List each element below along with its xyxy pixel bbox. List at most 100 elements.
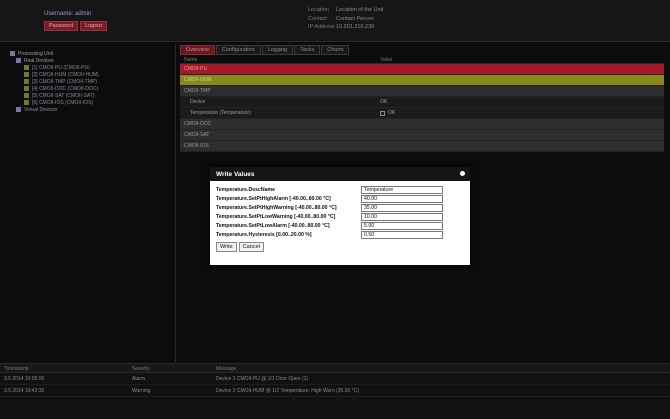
high-warning-input[interactable]: 35.00: [361, 203, 443, 212]
checkbox-icon[interactable]: [380, 110, 385, 116]
write-button[interactable]: Write: [216, 242, 237, 252]
tree-item-real-devices[interactable]: Real Devices: [10, 57, 175, 64]
overview-rows: CMOII-PU CMOII-HUM CMOII-TMP Device OK Te…: [180, 64, 664, 152]
severity-column-header[interactable]: Severity: [132, 366, 216, 372]
tab-tasks[interactable]: Tasks: [294, 45, 321, 55]
tree-item-label: [3] CMOII-TMP (CMOII-TMP): [32, 78, 97, 85]
field-label: Temperature.SetPtLowWarning [-40.00..80.…: [216, 213, 336, 220]
device-icon: [24, 72, 29, 77]
field-label: Temperature.SetPtHighWarning [-40.00..80…: [216, 204, 337, 211]
overview-row[interactable]: CMOII-HUM: [180, 75, 664, 86]
dialog-buttons: Write Cancel: [216, 242, 464, 252]
header-buttons: Password Logout: [44, 21, 107, 31]
field-label: Temperature.SetPtHighAlarm [-40.00..80.0…: [216, 195, 331, 202]
tab-logging[interactable]: Logging: [261, 45, 294, 55]
tree-item-device-6[interactable]: [6] CMOII-IOS (CMOII-IOS): [10, 99, 175, 106]
overview-row[interactable]: CMOII-SAT: [180, 130, 664, 141]
tree-item-label: Virtual Devices: [24, 106, 58, 113]
device-icon: [24, 93, 29, 98]
name-column-header[interactable]: Name: [180, 57, 380, 63]
tree-item-processing-unit[interactable]: Processing Unit: [10, 50, 175, 57]
row-name: CMOII-PU: [184, 66, 208, 72]
log-timestamp: 3.5.2014 10:05:00: [4, 375, 45, 382]
field-label: Temperature.Hysteresis [0.00..20.00 %]: [216, 231, 312, 238]
row-name: CMOII-DOC: [184, 121, 212, 127]
overview-column-header: Name Value: [180, 57, 664, 64]
hysteresis-input[interactable]: 0.50: [361, 230, 443, 239]
tree-item-device-3[interactable]: [3] CMOII-TMP (CMOII-TMP): [10, 78, 175, 85]
row-name: CMOII-SAT: [184, 132, 210, 138]
overview-row[interactable]: Device OK: [180, 97, 664, 108]
device-icon: [24, 100, 29, 105]
log-timestamp: 3.5.2014 10:42:35: [4, 387, 45, 394]
row-value: OK: [388, 110, 396, 116]
tree-item-label: [2] CMOII-HUM (CMOII-HUM): [32, 71, 99, 78]
tree-item-device-4[interactable]: [4] CMOII-DOC (CMOII-DOC): [10, 85, 175, 92]
log-row[interactable]: 3.5.2014 10:42:35 Warning Device 2 CMOII…: [0, 385, 670, 397]
password-button[interactable]: Password: [44, 21, 79, 31]
device-icon: [24, 65, 29, 70]
overview-row[interactable]: CMOII-DOC: [180, 119, 664, 130]
device-tree: Processing Unit Real Devices [1] CMOII-P…: [10, 50, 175, 360]
app-header: Username: admin Password Logout Location…: [0, 0, 670, 42]
timestamp-column-header[interactable]: Timestamp: [0, 366, 132, 372]
tree-item-label: Processing Unit: [18, 50, 54, 57]
row-name: CMOII-TMP: [184, 88, 211, 94]
field-label: Temperature.SetPtLowAlarm [-40.00..80.00…: [216, 222, 330, 229]
tab-overview[interactable]: Overview: [180, 45, 215, 55]
tab-charts[interactable]: Charts: [321, 45, 350, 55]
dialog-title-bar[interactable]: Write Values: [210, 167, 470, 181]
close-icon[interactable]: [460, 171, 465, 176]
tree-item-label: [6] CMOII-IOS (CMOII-IOS): [32, 99, 94, 106]
panel-divider[interactable]: [175, 44, 176, 362]
overview-row[interactable]: CMOII-TMP: [180, 86, 664, 97]
dialog-title: Write Values: [216, 170, 255, 178]
form-row: Temperature.Hysteresis [0.00..20.00 %] 0…: [216, 230, 464, 239]
value-column-header[interactable]: Value: [380, 57, 392, 63]
form-row: Temperature.SetPtLowAlarm [-40.00..80.00…: [216, 221, 464, 230]
desc-name-input[interactable]: Temperature: [361, 185, 443, 194]
row-value: OK: [380, 99, 388, 105]
location-value: Location of the Unit: [336, 7, 384, 13]
overview-row[interactable]: Temperature (Temperature) OK: [180, 108, 664, 119]
log-severity: Warning: [132, 387, 151, 394]
message-column-header[interactable]: Message: [216, 366, 670, 372]
overview-row[interactable]: CMOII-IOS: [180, 141, 664, 152]
log-header: Timestamp Severity Message: [0, 364, 670, 373]
tree-item-device-2[interactable]: [2] CMOII-HUM (CMOII-HUM): [10, 71, 175, 78]
tree-item-label: [4] CMOII-DOC (CMOII-DOC): [32, 85, 99, 92]
field-label: Temperature.DescName: [216, 186, 276, 193]
high-alarm-input[interactable]: 40.00: [361, 194, 443, 203]
ip-address-label: IP Address: [308, 24, 335, 30]
write-values-dialog: Write Values Temperature.DescName Temper…: [209, 166, 471, 266]
log-message: Device 2 CMOII-HUM @ 1/2 Temperature: Hi…: [216, 387, 359, 394]
tree-item-device-5[interactable]: [5] CMOII-SAT (CMOII-SAT): [10, 92, 175, 99]
row-name: CMOII-HUM: [184, 77, 212, 83]
device-icon: [24, 79, 29, 84]
cancel-button[interactable]: Cancel: [238, 242, 264, 252]
tab-bar: Overview Configuration Logging Tasks Cha…: [180, 45, 664, 55]
event-log: Timestamp Severity Message 3.5.2014 10:0…: [0, 363, 670, 419]
location-label: Location: [308, 7, 329, 13]
folder-icon: [16, 58, 21, 63]
form-row: Temperature.DescName Temperature: [216, 185, 464, 194]
low-alarm-input[interactable]: 5.00: [361, 221, 443, 230]
overview-row[interactable]: CMOII-PU: [180, 64, 664, 75]
row-name: Device: [190, 99, 206, 105]
ip-address-value: 10.201.216.230: [336, 24, 375, 30]
tree-item-virtual-devices[interactable]: Virtual Devices: [10, 106, 175, 113]
unit-info: Location Location of the Unit Contact Cont…: [308, 6, 383, 32]
form-row: Temperature.SetPtLowWarning [-40.00..80.…: [216, 212, 464, 221]
form-row: Temperature.SetPtHighWarning [-40.00..80…: [216, 203, 464, 212]
tree-item-label: [1] CMOII-PU (CMOII-PU): [32, 64, 90, 71]
tree-item-label: Real Devices: [24, 57, 54, 64]
contact-value: Contact Person: [336, 15, 374, 22]
tab-configuration[interactable]: Configuration: [215, 45, 261, 55]
low-warning-input[interactable]: 10.00: [361, 212, 443, 221]
row-name: CMOII-IOS: [184, 143, 209, 149]
tree-item-device-1[interactable]: [1] CMOII-PU (CMOII-PU): [10, 64, 175, 71]
logout-button[interactable]: Logout: [80, 21, 107, 31]
username-label: Username: admin: [44, 11, 92, 17]
log-row[interactable]: 3.5.2014 10:05:00 Alarm Device 1 CMOII-P…: [0, 373, 670, 385]
log-severity: Alarm: [132, 375, 146, 382]
